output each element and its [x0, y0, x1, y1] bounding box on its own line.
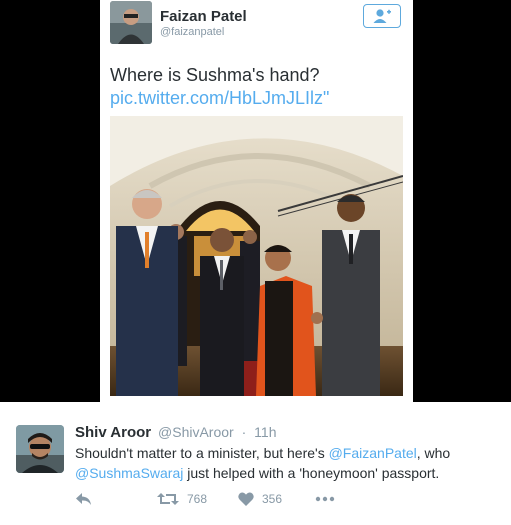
author-name[interactable]: Shiv Aroor [75, 424, 151, 441]
embedded-tweet-text: Where is Sushma's hand? [110, 65, 320, 85]
like-count: 356 [262, 492, 283, 506]
embedded-author-handle[interactable]: @faizanpatel [160, 26, 224, 38]
tweet-actions: 768 356 [75, 488, 505, 510]
tweet-text: Shouldn't matter to a minister, but here… [75, 443, 505, 483]
heart-icon [238, 492, 254, 506]
reply-icon [76, 493, 91, 505]
tweet-text-part: just helped with a 'honeymoon' passport. [183, 465, 440, 481]
header-separator: · [241, 424, 247, 440]
embedded-tweet-image[interactable]: Faizan Patel @faizanpatel Where is Sushm… [0, 0, 511, 402]
like-button[interactable]: 356 [238, 488, 282, 510]
tweet-text-part: Shouldn't matter to a minister, but here… [75, 445, 329, 461]
tweet-text-part: , who [416, 445, 451, 461]
add-user-icon [373, 9, 391, 23]
author-handle[interactable]: @ShivAroor [158, 424, 234, 440]
embedded-tweet-photo[interactable] [110, 116, 403, 396]
more-button[interactable] [315, 488, 335, 510]
embedded-author-avatar[interactable] [110, 1, 152, 44]
follow-button[interactable] [363, 4, 401, 28]
mention-link[interactable]: @FaizanPatel [329, 445, 417, 461]
tweet-timestamp[interactable]: 11h [254, 424, 276, 440]
author-avatar[interactable] [16, 425, 64, 473]
more-icon [315, 496, 335, 502]
mention-link[interactable]: @SushmaSwaraj [75, 465, 183, 481]
retweet-icon [157, 493, 179, 505]
tweet-header: Shiv Aroor @ShivAroor · 11h [75, 424, 276, 441]
embedded-tweet-card: Faizan Patel @faizanpatel Where is Sushm… [100, 0, 413, 402]
embedded-author-name[interactable]: Faizan Patel [160, 8, 247, 25]
reply-button[interactable] [75, 488, 93, 510]
retweet-button[interactable]: 768 [157, 488, 207, 510]
retweet-count: 768 [187, 492, 208, 506]
embedded-tweet-link[interactable]: pic.twitter.com/HbLJmJLIlz" [110, 87, 329, 109]
